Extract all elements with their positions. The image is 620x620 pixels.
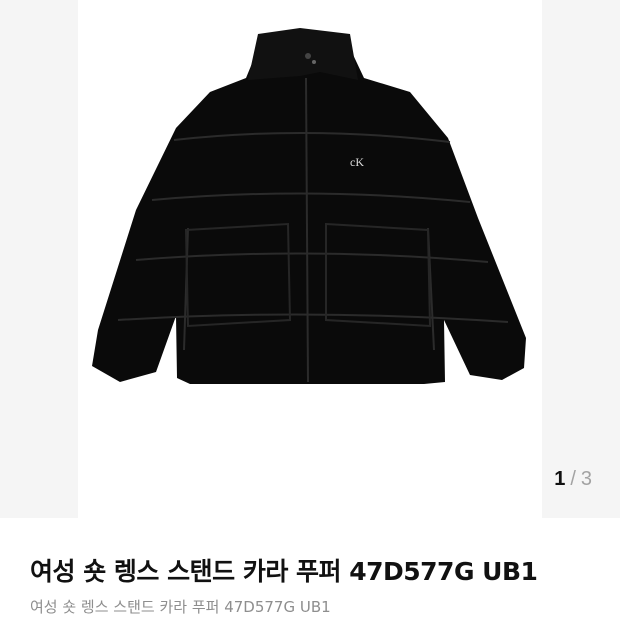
brand-logo: cK	[350, 155, 364, 169]
product-info: 여성 숏 렝스 스탠드 카라 푸퍼 47D577G UB1 여성 숏 렝스 스탠…	[0, 518, 620, 618]
product-image[interactable]: cK	[78, 20, 542, 400]
image-counter-separator: /	[570, 468, 576, 490]
product-subtitle: 여성 숏 렝스 스탠드 카라 푸퍼 47D577G UB1	[30, 598, 331, 616]
image-counter-total: 3	[580, 468, 592, 490]
jacket-collar	[248, 28, 358, 80]
image-counter-current: 1	[554, 468, 566, 490]
image-counter: 1/3	[554, 467, 592, 491]
product-image-gallery[interactable]: cK 1/3	[0, 0, 620, 518]
jacket-body	[92, 44, 526, 384]
product-title: 여성 숏 렝스 스탠드 카라 푸퍼 47D577G UB1	[30, 557, 538, 586]
